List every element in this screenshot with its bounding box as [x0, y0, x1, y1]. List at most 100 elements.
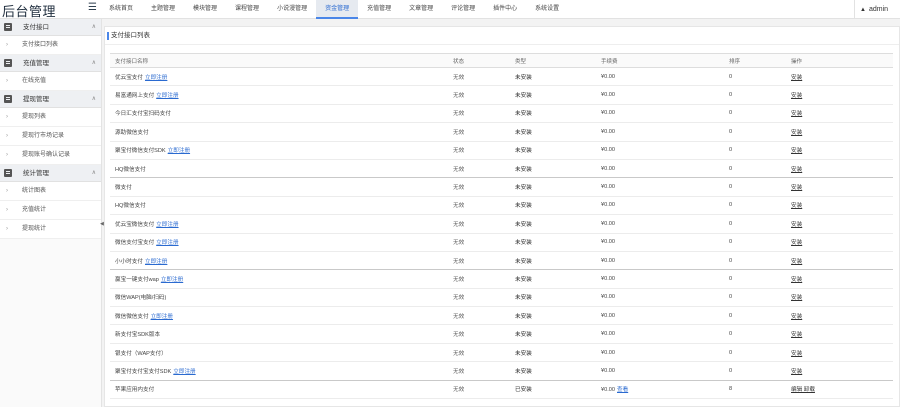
- column-header: 支付接口名称: [110, 53, 448, 68]
- status-cell: 无效: [448, 269, 510, 289]
- nav-item-4[interactable]: 小说漫管理: [268, 0, 316, 19]
- fee-cell: ¥0.00: [596, 269, 724, 289]
- install-link[interactable]: 安装: [791, 351, 802, 357]
- register-link[interactable]: 立即注册: [145, 259, 167, 265]
- install-link[interactable]: 安装: [791, 185, 802, 191]
- install-link[interactable]: 安装: [791, 259, 802, 265]
- sidebar-item[interactable]: › 提现统计: [0, 220, 101, 239]
- sidebar-group-0[interactable]: 支付接口 ∧: [0, 19, 101, 36]
- table-row: 优云宝微信支付 立即注册 无效 未安装 ¥0.00 0 安装: [110, 214, 893, 234]
- table-row: 赢宝一键支付wap 立即注册 无效 未安装 ¥0.00 0 安装: [110, 269, 893, 289]
- nav-item-10[interactable]: 系统设置: [526, 0, 568, 19]
- operation-cell: 安装: [786, 233, 893, 252]
- interface-name-cell: 今日汇支付宝扫码支付: [110, 104, 448, 124]
- interface-name: 今日汇支付宝扫码支付: [115, 111, 171, 118]
- sort-cell: 0: [724, 104, 786, 124]
- register-link[interactable]: 立即注册: [173, 369, 195, 375]
- install-link[interactable]: 安装: [791, 111, 802, 117]
- table-row: 微信支付宝支付 立即注册 无效 未安装 ¥0.00 0 安装: [110, 233, 893, 252]
- sidebar-item-label: 提现账号确认记录: [22, 152, 71, 158]
- sidebar-item[interactable]: › 统计图表: [0, 182, 101, 201]
- operation-cell: 安装: [786, 343, 893, 363]
- install-link[interactable]: 安装: [791, 222, 802, 228]
- install-link[interactable]: 安装: [791, 75, 802, 81]
- sort-cell: 0: [724, 141, 786, 160]
- nav-item-2[interactable]: 模块管理: [184, 0, 226, 19]
- table-header-row: 支付接口名称 状态 类型 手续费 排序 操作: [110, 53, 893, 68]
- register-link[interactable]: 立即注册: [156, 93, 178, 99]
- install-link[interactable]: 安装: [791, 369, 802, 375]
- table-row: HQ微信支付 无效 未安装 ¥0.00 0 安装: [110, 159, 893, 179]
- type-cell: 未安装: [510, 233, 596, 252]
- fee-cell: ¥0.00: [596, 251, 724, 271]
- nav-item-8[interactable]: 评论管理: [442, 0, 484, 19]
- register-link[interactable]: 立即注册: [156, 222, 178, 228]
- fee-value: ¥0.00: [601, 239, 615, 246]
- nav-item-6[interactable]: 充值管理: [358, 0, 400, 19]
- chevron-up-icon: ∧: [91, 96, 96, 102]
- interface-name-cell: 新支付宝SDK版本: [110, 324, 448, 344]
- interface-name-cell: 微信微信支付 立即注册: [110, 306, 448, 326]
- install-link[interactable]: 安装: [791, 332, 802, 338]
- sidebar-group-1[interactable]: 充值管理 ∧: [0, 55, 101, 72]
- install-link[interactable]: 安装: [791, 314, 802, 320]
- interface-name-cell: 赢宝一键支付wap 立即注册: [110, 269, 448, 289]
- type-cell: 未安装: [510, 269, 596, 289]
- sidebar-group-3[interactable]: 统计管理 ∧: [0, 165, 101, 182]
- column-header: 操作: [786, 53, 893, 68]
- user-name: admin: [868, 6, 889, 13]
- fee-value: ¥0.00: [601, 275, 615, 282]
- nav-item-1[interactable]: 主题管理: [142, 0, 184, 19]
- fee-value: ¥0.00: [601, 367, 615, 374]
- install-link[interactable]: 安装: [791, 130, 802, 136]
- operation-cell: 安装: [786, 288, 893, 308]
- install-link[interactable]: 安装: [791, 167, 802, 173]
- interface-name: 银支付（WAP支付）: [115, 350, 167, 357]
- status-cell: 无效: [448, 85, 510, 105]
- install-link[interactable]: 安装: [791, 277, 802, 283]
- user-menu[interactable]: ▲ admin: [854, 0, 900, 19]
- fee-value: ¥0.00: [601, 257, 615, 264]
- install-link[interactable]: 安装: [791, 93, 802, 99]
- install-link[interactable]: 安装: [791, 240, 802, 246]
- nav-item-9[interactable]: 插件中心: [484, 0, 526, 19]
- sidebar-item[interactable]: › 在线充值: [0, 72, 101, 91]
- register-link[interactable]: 立即注册: [151, 314, 173, 320]
- sidebar-item[interactable]: › 提现行市场记录: [0, 127, 101, 146]
- sidebar-group-label: 统计管理: [23, 170, 49, 177]
- install-link[interactable]: 安装: [791, 148, 802, 154]
- sort-cell: 0: [724, 177, 786, 197]
- install-link[interactable]: 编辑 卸载: [791, 387, 815, 393]
- register-link[interactable]: 立即注册: [145, 75, 167, 81]
- nav-item-5[interactable]: 资金管理: [316, 0, 359, 19]
- install-link[interactable]: 安装: [791, 203, 802, 209]
- sidebar-group-2[interactable]: 提现管理 ∧: [0, 91, 101, 108]
- interface-name: 优云宝微信支付: [115, 221, 155, 228]
- status-cell: 无效: [448, 177, 510, 197]
- caret-up-icon: ▲: [860, 7, 866, 13]
- register-link[interactable]: 立即注册: [161, 277, 183, 283]
- menu-toggle-icon[interactable]: ☰: [88, 3, 98, 13]
- chevron-right-icon: ›: [6, 78, 8, 84]
- fee-value: ¥0.00: [601, 220, 615, 227]
- sidebar-item[interactable]: › 提现列表: [0, 108, 101, 127]
- fee-value: ¥0.00: [601, 73, 615, 80]
- sort-cell: 0: [724, 122, 786, 142]
- type-cell: 未安装: [510, 85, 596, 105]
- sidebar-item[interactable]: › 充值统计: [0, 201, 101, 220]
- table-row: 苹果应用内支付 无效 已安装 ¥0.00 查看 8 编辑 卸载: [110, 380, 893, 400]
- sidebar-group-label: 支付接口: [23, 24, 49, 31]
- sidebar-item-label: 统计图表: [22, 188, 47, 194]
- sidebar-item[interactable]: › 提现账号确认记录: [0, 146, 101, 165]
- sidebar-item-label: 在线充值: [22, 78, 47, 84]
- nav-item-7[interactable]: 文章管理: [400, 0, 442, 19]
- view-fee-link[interactable]: 查看: [617, 387, 628, 393]
- sidebar-item[interactable]: › 支付接口列表: [0, 36, 101, 55]
- nav-item-3[interactable]: 课程管理: [226, 0, 268, 19]
- interface-name-cell: 优云宝支付 立即注册: [110, 67, 448, 87]
- nav-item-0[interactable]: 系统首页: [100, 0, 142, 19]
- register-link[interactable]: 立即注册: [168, 148, 190, 154]
- install-link[interactable]: 安装: [791, 295, 802, 301]
- register-link[interactable]: 立即注册: [156, 240, 178, 246]
- menu-list-icon: [4, 59, 12, 67]
